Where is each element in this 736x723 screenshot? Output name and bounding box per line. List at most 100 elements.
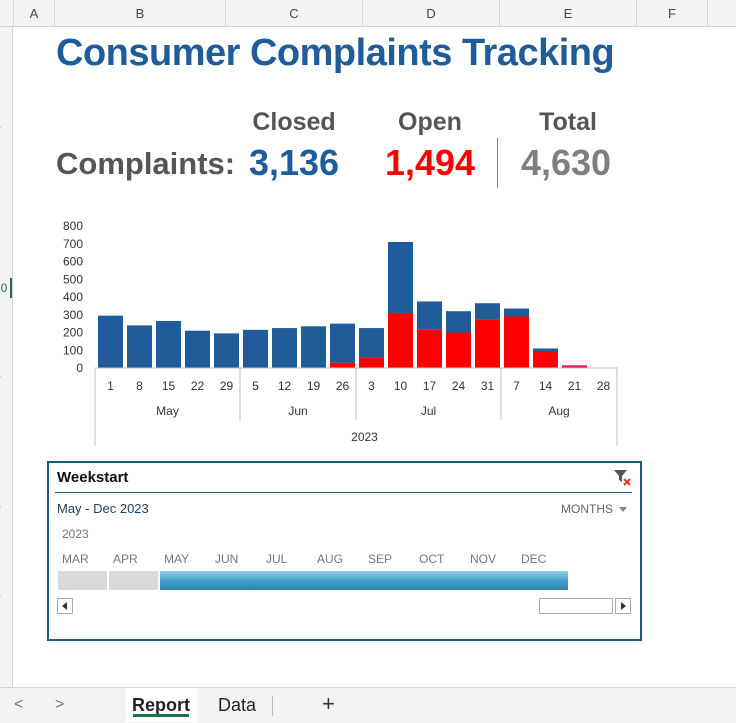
complaints-chart[interactable]: 800 700 600 500 400 300 200 100 0 1 8 15 22 29 5 12 19 26… (50, 210, 630, 450)
bar-segment (388, 312, 413, 368)
row-header[interactable]: 9 (0, 478, 12, 492)
timeline-month-bar[interactable] (517, 571, 568, 590)
y-tick-label: 400 (63, 290, 83, 304)
row-header[interactable]: 8 (0, 456, 12, 470)
row-header[interactable]: 1 (0, 522, 12, 536)
month-group-label: May (156, 404, 179, 418)
add-sheet-button[interactable]: + (322, 691, 335, 717)
chevron-down-icon (619, 507, 627, 513)
bar-segment (127, 325, 152, 368)
select-all-corner[interactable] (0, 0, 12, 26)
bar-segment (214, 333, 239, 368)
row-header[interactable]: 2 (0, 87, 12, 101)
timeline-month-bar[interactable] (415, 571, 466, 590)
bar-segment (446, 332, 471, 368)
timeline-month-label: DEC (521, 552, 547, 566)
row-header[interactable]: 2 (0, 324, 12, 338)
bar-segment (533, 352, 558, 368)
row-header[interactable]: 6 (0, 632, 12, 646)
row-header[interactable]: 5 (0, 390, 12, 404)
tab-data[interactable]: Data (204, 688, 270, 722)
kpi-divider (497, 138, 498, 188)
column-header-b[interactable]: B (54, 0, 225, 26)
x-tick-label: 28 (597, 379, 611, 393)
x-tick-label: 17 (423, 379, 437, 393)
previous-sheet-button[interactable]: < (14, 696, 23, 714)
timeline-month-bar[interactable] (58, 571, 107, 590)
weekstart-slicer[interactable]: Weekstart May - Dec 2023 MONTHS 2023 MAR… (47, 461, 642, 641)
row-header[interactable]: 1 (0, 303, 12, 317)
timeline-month-bar[interactable] (109, 571, 158, 590)
timeline-month-bar[interactable] (211, 571, 262, 590)
row-header[interactable]: 9 (0, 259, 12, 273)
selected-row-indicator (10, 278, 12, 298)
selected-range-label: May - Dec 2023 (57, 501, 149, 516)
row-header[interactable]: 5 (0, 167, 12, 181)
row-header[interactable]: 5 (0, 610, 12, 624)
bar-segment (504, 316, 529, 368)
row-header[interactable]: 4 (0, 368, 12, 382)
x-tick-label: 19 (307, 379, 321, 393)
bar-segment (533, 348, 558, 353)
x-tick-label: 8 (136, 379, 143, 393)
bar-segment (504, 308, 529, 317)
timeline-month-bar[interactable] (364, 571, 415, 590)
timeline-month-bar[interactable] (313, 571, 364, 590)
month-group-label: Jun (288, 404, 307, 418)
next-sheet-button[interactable]: > (55, 696, 64, 714)
month-group-label: Aug (548, 404, 569, 418)
timeline-month-label: OCT (419, 552, 445, 566)
clear-filter-icon[interactable] (612, 467, 632, 487)
timeline-month-label: SEP (368, 552, 393, 566)
timeline-month-bar[interactable] (262, 571, 313, 590)
row-header[interactable]: 6 (0, 412, 12, 426)
closed-header: Closed (252, 108, 336, 136)
open-header: Open (398, 108, 462, 136)
tab-report[interactable]: Report (125, 688, 197, 722)
bar-segment (417, 329, 442, 368)
x-tick-label: 14 (539, 379, 553, 393)
row-header[interactable]: 1 (0, 58, 12, 72)
row-headers: 1 2 4 5 6 7 8 9 10 1 2 3 4 5 6 7 8 9 0 1… (0, 27, 13, 687)
y-tick-label: 500 (63, 272, 83, 286)
row-header[interactable]: 8 (0, 676, 12, 687)
slicer-separator (55, 492, 632, 493)
row-header[interactable]: 7 (0, 434, 12, 448)
month-group-label: Jul (421, 404, 436, 418)
row-header[interactable]: 3 (0, 566, 12, 580)
row-header[interactable]: 2 (0, 544, 12, 558)
timeline-month-label: AUG (317, 552, 344, 566)
scroll-left-button[interactable] (57, 598, 73, 614)
column-header-a[interactable]: A (13, 0, 54, 26)
bar-segment (417, 301, 442, 330)
row-header[interactable]: 4 (0, 119, 12, 133)
timeline-scroll-thumb[interactable] (539, 598, 613, 614)
scroll-right-button[interactable] (615, 598, 631, 614)
row-header[interactable]: 7 (0, 217, 12, 231)
x-tick-label: 31 (481, 379, 495, 393)
page-title: Consumer Complaints Tracking (56, 32, 615, 74)
time-level-dropdown[interactable]: MONTHS (561, 502, 627, 516)
bar-segment (185, 330, 210, 368)
timeline-month-bar[interactable] (466, 571, 517, 590)
row-header[interactable]: 8 (0, 238, 12, 252)
row-header[interactable]: 7 (0, 654, 12, 668)
column-header-g[interactable] (707, 0, 736, 26)
scroll-right-icon (621, 602, 626, 610)
total-value: 4,630 (520, 142, 612, 183)
x-tick-label: 3 (368, 379, 375, 393)
slicer-title: Weekstart (57, 469, 129, 486)
x-tick-label: 21 (568, 379, 582, 393)
column-header-c[interactable]: C (225, 0, 362, 26)
timeline-month-bar[interactable] (160, 571, 211, 590)
row-header[interactable]: 6 (0, 196, 12, 210)
column-header-d[interactable]: D (362, 0, 499, 26)
active-tab-underline (133, 714, 189, 717)
x-tick-label: 22 (191, 379, 205, 393)
tab-data-label: Data (217, 695, 257, 715)
column-header-e[interactable]: E (499, 0, 636, 26)
row-header[interactable]: 3 (0, 346, 12, 360)
row-header[interactable]: 0 (0, 500, 12, 514)
column-header-f[interactable]: F (636, 0, 707, 26)
row-header[interactable]: 4 (0, 588, 12, 602)
